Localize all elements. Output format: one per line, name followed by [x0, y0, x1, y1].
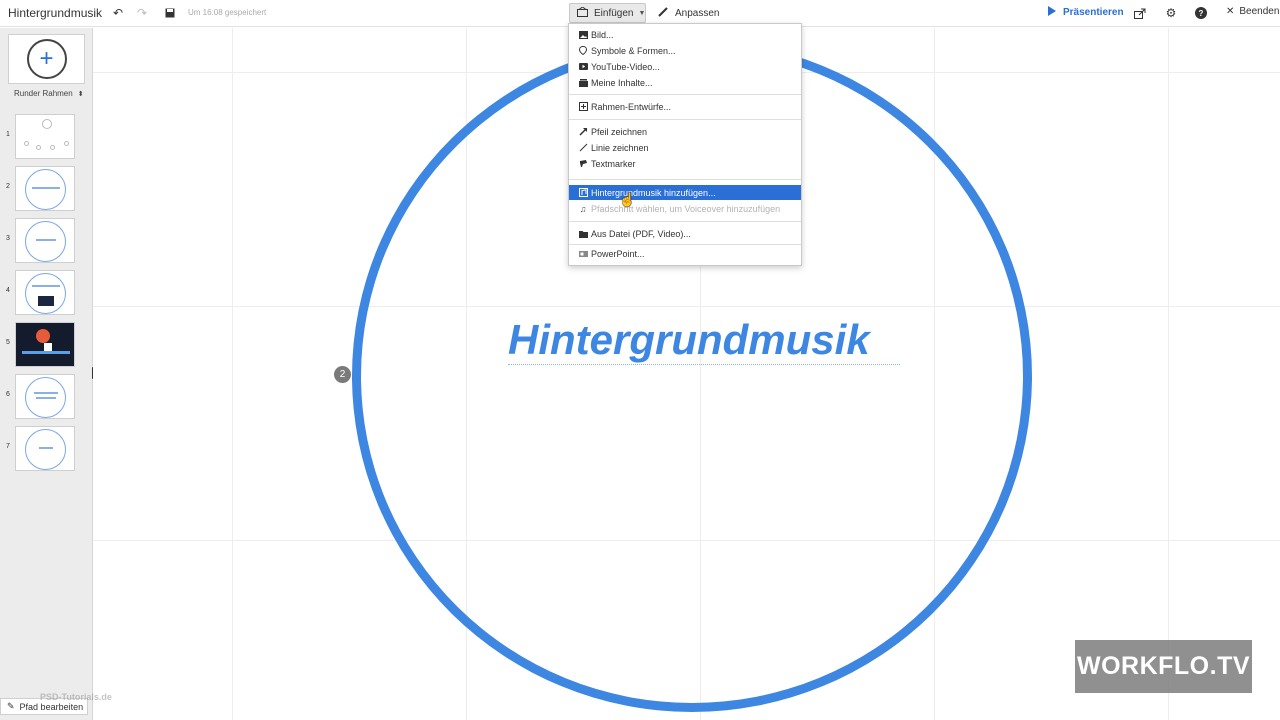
- slide-thumbnail[interactable]: [15, 426, 75, 471]
- note-icon: ♫: [579, 203, 587, 214]
- folder-icon: [577, 228, 589, 240]
- symbols-icon: [577, 45, 589, 57]
- slide-thumbnail[interactable]: [15, 374, 75, 419]
- line-icon: [577, 142, 589, 154]
- brush-icon: [658, 6, 669, 20]
- youtube-icon: [577, 61, 589, 73]
- frame-type-select[interactable]: Runder Rahmen ⬍: [14, 89, 84, 98]
- frame-type-label: Runder Rahmen: [14, 89, 73, 98]
- document-title[interactable]: Hintergrundmusik: [8, 6, 102, 20]
- insert-menu: Bild... Symbole & Formen... YouTube-Vide…: [568, 23, 802, 266]
- thumbnail-number: 2: [6, 183, 10, 190]
- frame-layouts-icon: [577, 101, 589, 113]
- svg-text:?: ?: [1199, 9, 1204, 18]
- updown-icon: ⬍: [77, 91, 84, 98]
- thumbnail-row: 6: [0, 374, 93, 420]
- share-icon[interactable]: [1132, 5, 1148, 21]
- path-step-badge[interactable]: 2: [334, 366, 351, 383]
- canvas-title-text[interactable]: Hintergrundmusik: [508, 316, 900, 366]
- gear-icon[interactable]: ⚙: [1163, 5, 1179, 21]
- menu-item-draw-arrow[interactable]: Pfeil zeichnen: [569, 124, 801, 139]
- highlighter-icon: [577, 158, 589, 170]
- thumbnail-row: 3: [0, 218, 93, 264]
- menu-item-powerpoint[interactable]: PowerPoint...: [569, 246, 801, 261]
- workflo-watermark: WORKFLO.TV: [1075, 640, 1252, 693]
- present-label: Präsentieren: [1063, 7, 1124, 18]
- thumbnail-row: 4: [0, 270, 93, 316]
- thumbnail-number: 6: [6, 391, 10, 398]
- close-icon: ✕: [1226, 6, 1235, 17]
- thumbnail-number: 3: [6, 235, 10, 242]
- powerpoint-icon: [577, 248, 589, 260]
- insert-label: Einfügen: [594, 7, 634, 19]
- chevron-down-icon: ▼: [638, 9, 646, 17]
- thumbnail-number: 5: [6, 339, 10, 346]
- play-icon: [1048, 6, 1056, 19]
- plus-icon: +: [26, 39, 67, 79]
- arrow-icon: [577, 126, 589, 138]
- menu-item-draw-line[interactable]: Linie zeichnen: [569, 140, 801, 155]
- thumbnail-row: 1: [0, 114, 93, 160]
- help-icon[interactable]: ?: [1193, 5, 1209, 21]
- slide-thumbnail[interactable]: [15, 270, 75, 315]
- thumbnail-number: 1: [6, 131, 10, 138]
- save-icon[interactable]: [162, 5, 178, 21]
- menu-item-symbols[interactable]: Symbole & Formen...: [569, 43, 801, 58]
- customize-label: Anpassen: [675, 7, 720, 19]
- insert-icon: [577, 5, 588, 20]
- thumbnail-row: 5: [0, 322, 93, 368]
- pencil-icon: ✎: [7, 701, 15, 711]
- insert-button[interactable]: Einfügen ▼: [569, 3, 646, 23]
- exit-label: Beenden: [1239, 6, 1280, 17]
- add-frame-button[interactable]: +: [8, 34, 85, 84]
- present-button[interactable]: Präsentieren: [1048, 6, 1124, 19]
- menu-item-voiceover: ♫ Pfadschritt wählen, um Voiceover hinzu…: [569, 201, 801, 216]
- redo-icon[interactable]: ↷: [134, 5, 150, 21]
- customize-button[interactable]: Anpassen: [658, 6, 719, 20]
- save-status: Um 16:08 gespeichert: [188, 8, 267, 17]
- slide-thumbnail[interactable]: [15, 322, 75, 367]
- slide-thumbnail[interactable]: [15, 166, 75, 211]
- menu-item-background-music[interactable]: Hintergrundmusik hinzufügen...: [569, 185, 801, 200]
- menu-item-highlighter[interactable]: Textmarker: [569, 156, 801, 171]
- my-content-icon: [577, 77, 589, 89]
- menu-item-image[interactable]: Bild...: [569, 27, 801, 42]
- watermark-psd: PSD-Tutorials.de: [40, 692, 112, 702]
- menu-item-my-content[interactable]: Meine Inhalte...: [569, 75, 801, 90]
- thumbnail-row: 7: [0, 426, 93, 472]
- undo-icon[interactable]: ↶: [110, 5, 126, 21]
- image-icon: [577, 29, 589, 41]
- menu-item-youtube[interactable]: YouTube-Video...: [569, 59, 801, 74]
- menu-item-frame-layouts[interactable]: Rahmen-Entwürfe...: [569, 99, 801, 114]
- thumbnail-number: 7: [6, 443, 10, 450]
- menu-item-from-file[interactable]: Aus Datei (PDF, Video)...: [569, 226, 801, 241]
- thumbnail-number: 4: [6, 287, 10, 294]
- sidebar: + Runder Rahmen ⬍ 1 2 3 4 5 6 7: [0, 28, 93, 720]
- edit-path-label: Pfad bearbeiten: [19, 701, 84, 712]
- hand-cursor-icon: ☝: [619, 192, 636, 207]
- music-icon: [577, 187, 589, 199]
- thumbnail-row: 2: [0, 166, 93, 212]
- exit-button[interactable]: ✕ Beenden: [1226, 6, 1279, 17]
- slide-thumbnail[interactable]: [15, 218, 75, 263]
- slide-thumbnail[interactable]: [15, 114, 75, 159]
